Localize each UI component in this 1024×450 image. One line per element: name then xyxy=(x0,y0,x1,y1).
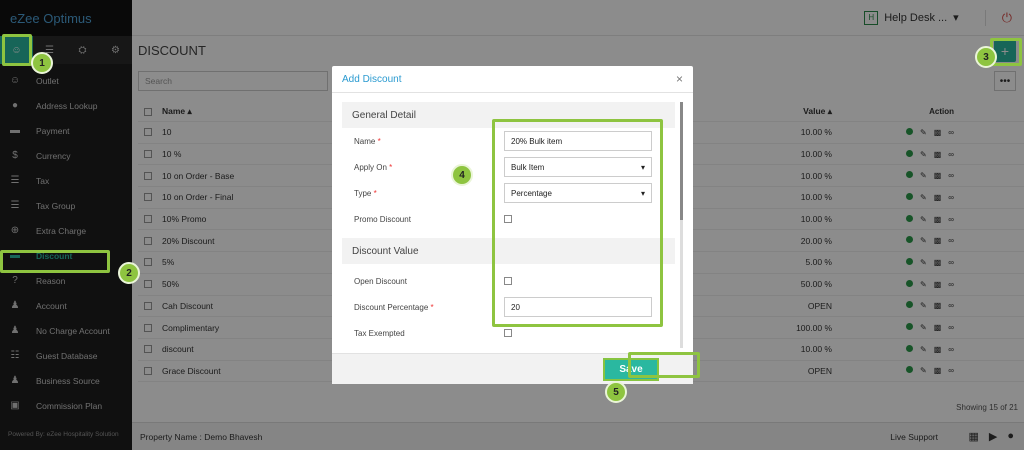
highlight-settings-tab xyxy=(2,34,32,66)
tax-exempted-checkbox[interactable] xyxy=(504,329,512,337)
highlight-discount-menu xyxy=(0,250,110,273)
apply-on-label: Apply On * xyxy=(354,162,393,172)
callout-2: 2 xyxy=(118,262,140,284)
tax-exempted-label: Tax Exempted xyxy=(354,328,405,338)
name-label: Name * xyxy=(354,136,381,146)
type-label: Type * xyxy=(354,188,377,198)
modal-title: Add Discount xyxy=(342,73,402,85)
modal-header: Add Discount × xyxy=(332,66,693,93)
highlight-form-fields xyxy=(492,119,663,327)
callout-3: 3 xyxy=(975,46,997,68)
modal-scrollbar[interactable] xyxy=(680,102,683,348)
callout-1: 1 xyxy=(31,52,53,74)
discount-percentage-label: Discount Percentage * xyxy=(354,302,434,312)
promo-discount-label: Promo Discount xyxy=(354,214,411,224)
callout-4: 4 xyxy=(451,164,473,186)
close-icon[interactable]: × xyxy=(676,72,683,86)
highlight-save-button xyxy=(628,352,700,378)
open-discount-label: Open Discount xyxy=(354,276,407,286)
callout-5: 5 xyxy=(605,381,627,403)
scrollbar-thumb[interactable] xyxy=(680,102,683,220)
